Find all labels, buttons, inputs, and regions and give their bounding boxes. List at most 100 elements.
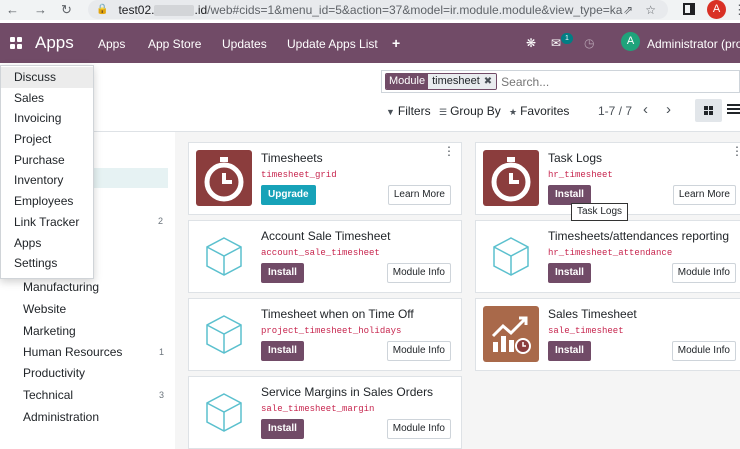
module-technical-name: hr_timesheet [548,170,613,180]
group-by-label: Group By [450,104,501,118]
module-technical-name: project_timesheet_holidays [261,326,402,336]
module-title: Timesheets/attendances reporting [548,229,729,243]
module-card[interactable]: Sales Timesheet sale_timesheet Install M… [475,298,740,371]
cube-icon [196,228,252,284]
install-button[interactable]: Install [261,419,304,439]
sidebar-item-technical[interactable]: Technical [23,388,73,402]
module-card[interactable]: Timesheet when on Time Off project_times… [188,298,462,371]
cube-icon [196,306,252,362]
module-card[interactable]: Account Sale Timesheet account_sale_time… [188,220,462,293]
app-brand[interactable]: Apps [35,33,74,53]
group-by-icon: ☰ [439,107,448,117]
url-text[interactable]: test02. .id/web#cids=1&menu_id=5&action=3… [118,3,623,17]
favorites-button[interactable]: ★ Favorites [509,104,569,118]
module-title: Timesheets [261,151,323,165]
menu-updates[interactable]: Updates [222,37,267,51]
share-icon[interactable]: ⇗ [623,3,633,17]
tooltip: Task Logs [571,203,629,221]
cube-icon [196,384,252,440]
address-bar[interactable]: 🔒 test02. .id/web#cids=1&menu_id=5&action… [88,0,668,19]
card-menu-icon[interactable]: ⋮ [731,145,740,157]
add-icon[interactable]: + [392,35,400,51]
search-facet: Module timesheet ✖ [385,73,498,90]
sidebar-item-administration[interactable]: Administration [23,410,99,424]
menu-item-sales[interactable]: Sales [1,88,93,109]
reload-icon[interactable]: ↻ [57,2,76,18]
module-title: Service Margins in Sales Orders [261,385,434,399]
back-arrow-icon[interactable]: ← [3,2,22,17]
install-button[interactable]: Install [548,263,591,283]
menu-item-invoicing[interactable]: Invoicing [1,108,93,129]
install-button[interactable]: Install [548,185,591,205]
menu-item-inventory[interactable]: Inventory [1,170,93,191]
module-info-button[interactable]: Module Info [671,341,736,361]
sidebar-item-productivity[interactable]: Productivity [23,366,85,380]
sidebar-toggle-icon[interactable] [683,3,695,15]
chat-icon[interactable]: ✉ [551,36,561,50]
app-grid-icon[interactable] [10,37,22,49]
url-host-tail: .id [194,2,208,17]
sidebar-item-website[interactable]: Website [23,302,66,316]
stopwatch-icon [483,150,539,206]
module-card[interactable]: Service Margins in Sales Orders sale_tim… [188,376,462,449]
search-input[interactable] [501,74,732,89]
card-menu-icon[interactable]: ⋮ [443,145,455,157]
module-card[interactable]: Timesheets timesheet_grid Upgrade Learn … [188,142,462,215]
star-icon: ★ [509,107,518,117]
group-by-button[interactable]: ☰ Group By [439,104,501,118]
bug-icon[interactable]: ❋ [526,36,536,50]
module-info-button[interactable]: Module Info [386,419,451,439]
menu-app-store[interactable]: App Store [148,37,201,51]
install-button[interactable]: Install [548,341,591,361]
favorites-label: Favorites [520,104,570,118]
menu-item-apps[interactable]: Apps [1,233,93,254]
menu-item-project[interactable]: Project [1,129,93,150]
menu-update-apps-list[interactable]: Update Apps List [287,37,378,51]
clock-icon[interactable]: ◷ [584,36,594,50]
url-host: test02. [118,2,155,17]
user-name[interactable]: Administrator (proj0 [647,37,740,51]
apps-dropdown-menu: Discuss Sales Invoicing Project Purchase… [0,65,94,279]
menu-item-link-tracker[interactable]: Link Tracker [1,212,93,233]
sidebar-item-manufacturing[interactable]: Manufacturing [23,280,99,294]
filters-button[interactable]: ▼ Filters [386,104,431,118]
menu-item-settings[interactable]: Settings [1,253,93,274]
forward-arrow-icon[interactable]: → [31,2,50,17]
pager-next-icon[interactable]: › [666,101,671,118]
install-button[interactable]: Install [261,341,304,361]
sidebar-item-human-resources[interactable]: Human Resources [23,345,122,359]
profile-avatar[interactable]: A [707,0,726,19]
module-technical-name: account_sale_timesheet [261,248,380,258]
menu-item-purchase[interactable]: Purchase [1,150,93,171]
bookmark-star-icon[interactable]: ☆ [645,3,656,17]
menu-item-discuss[interactable]: Discuss [1,67,93,88]
module-info-button[interactable]: Module Info [671,263,736,283]
facet-remove-icon[interactable]: ✖ [483,74,497,89]
search-bar: Module timesheet ✖ [381,70,740,93]
kanban-view-icon[interactable] [695,99,722,122]
menu-apps[interactable]: Apps [98,37,125,51]
install-button[interactable]: Install [261,263,304,283]
filters-label: Filters [397,104,431,118]
learn-more-button[interactable]: Learn More [387,185,451,205]
sales-chart-icon [483,306,539,362]
sidebar-count-technical: 3 [159,390,165,400]
upgrade-button[interactable]: Upgrade [261,185,316,205]
module-card[interactable]: Timesheets/attendances reporting hr_time… [475,220,740,293]
browser-menu-icon[interactable]: ⋮ [733,2,740,18]
facet-key: Module [386,74,429,89]
module-info-button[interactable]: Module Info [386,263,451,283]
pager-previous-icon[interactable]: ‹ [643,101,648,118]
module-technical-name: timesheet_grid [261,170,337,180]
chat-badge: 1 [561,33,573,44]
user-avatar[interactable]: A [621,32,640,51]
list-view-icon[interactable] [727,104,740,115]
lock-icon: 🔒 [96,4,109,15]
module-info-button[interactable]: Module Info [386,341,451,361]
sidebar-count-hidden: 2 [158,216,164,226]
sidebar-item-marketing[interactable]: Marketing [23,324,76,338]
pager-value[interactable]: 1-7 / 7 [598,104,632,118]
module-technical-name: sale_timesheet_margin [261,404,375,414]
learn-more-button[interactable]: Learn More [672,185,736,205]
menu-item-employees[interactable]: Employees [1,191,93,212]
